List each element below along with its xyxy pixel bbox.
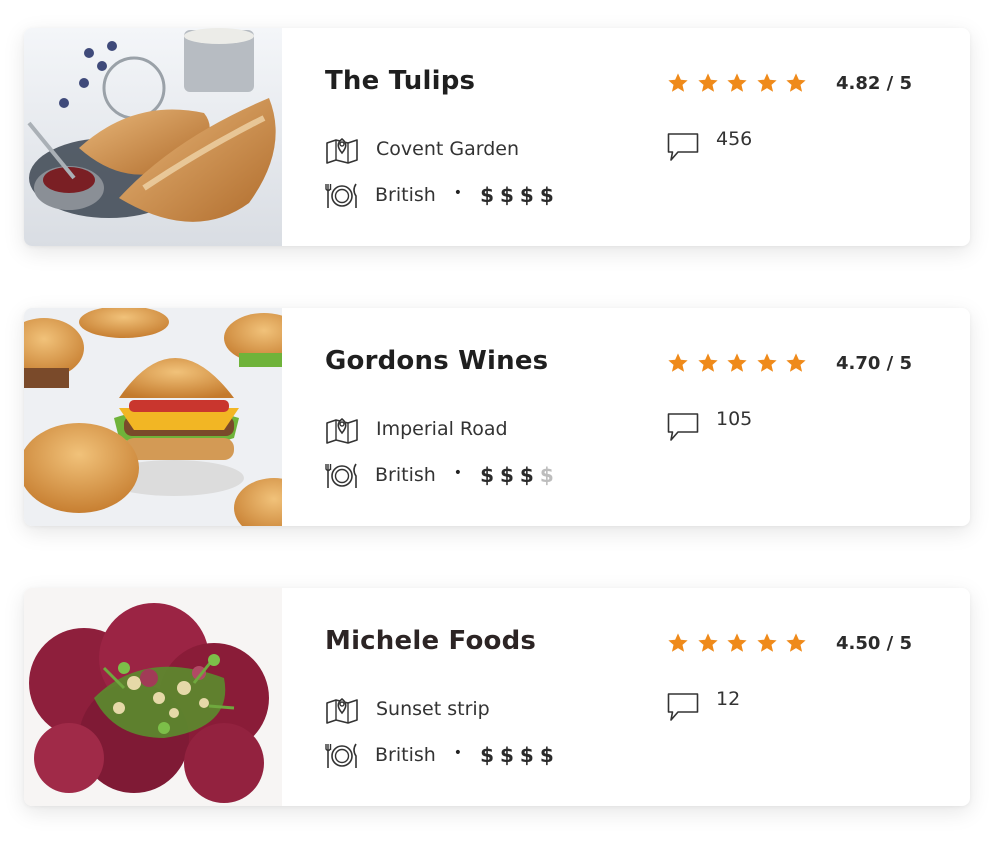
cuisine-text: British [375,184,436,206]
cuisine-text: British [375,464,436,486]
star-rating [667,632,815,654]
restaurant-name[interactable]: Gordons Wines [325,346,548,376]
star-icon [668,633,688,652]
map-pin-icon [326,697,358,724]
burgers-photo[interactable] [24,308,282,526]
rating-value: 4.82 / 5 [836,73,913,94]
price-symbol: $ [499,743,516,767]
star-icon [786,633,806,652]
restaurant-card[interactable]: Gordons Wines Imperial Road British • $ … [24,308,970,526]
map-pin-icon [326,417,358,444]
price-symbol: $ [499,183,516,207]
speech-bubble-icon [667,413,699,441]
cuisine-row: British • $ $ $ $ [325,460,560,490]
map-pin-icon [326,137,358,164]
plate-cutlery-icon [325,463,357,488]
price-symbol: $ [480,743,496,767]
star-icon [727,353,747,372]
cuisine-row: British • $ $ $ $ [325,740,560,770]
cuisine-row: British • $ $ $ $ [325,180,560,210]
star-icon [756,73,777,92]
price-symbol: $ [519,463,536,487]
reviews-count[interactable]: 456 [667,128,752,162]
star-icon [786,353,806,372]
reviews-text: 12 [716,688,741,710]
star-rating [667,72,815,94]
star-icon [756,633,777,652]
star-icon [727,633,747,652]
price-symbol: $ [499,463,516,487]
price-symbol: $ [480,463,496,487]
speech-bubble-icon [667,693,699,721]
restaurant-name[interactable]: The Tulips [325,66,475,96]
reviews-text: 456 [716,128,753,150]
price-symbol: $ [519,183,536,207]
price-symbol-inactive: $ [539,463,556,487]
location-row: Imperial Road [325,414,508,444]
star-icon [727,73,747,92]
star-icon [668,73,688,92]
price-symbol: $ [480,183,496,207]
star-rating [667,352,815,374]
beet-carpaccio-photo[interactable] [24,588,282,806]
location-row: Sunset strip [325,694,490,724]
cuisine-text: British [375,744,436,766]
restaurant-name[interactable]: Michele Foods [325,626,536,656]
star-icon [668,353,688,372]
price-level: $ $ $ $ [480,463,560,487]
restaurant-card[interactable]: Michele Foods Sunset strip British • $ $… [24,588,970,806]
reviews-count[interactable]: 12 [667,688,740,722]
rating-value: 4.50 / 5 [836,633,913,654]
price-symbol: $ [519,743,536,767]
price-symbol: $ [539,743,556,767]
separator-dot: • [453,465,463,481]
star-icon [756,353,777,372]
price-symbol: $ [539,183,556,207]
location-text: Imperial Road [376,418,508,440]
reviews-text: 105 [716,408,753,430]
star-icon [697,633,718,652]
croissants-photo[interactable] [24,28,282,246]
star-icon [697,73,718,92]
rating-value: 4.70 / 5 [836,353,913,374]
separator-dot: • [453,745,463,761]
star-icon [786,73,806,92]
plate-cutlery-icon [325,183,357,208]
location-row: Covent Garden [325,134,519,164]
price-level: $ $ $ $ [480,183,560,207]
location-text: Covent Garden [376,138,519,160]
restaurant-card[interactable]: The Tulips Covent Garden British • $ $ $… [24,28,970,246]
speech-bubble-icon [667,133,699,161]
reviews-count[interactable]: 105 [667,408,752,442]
location-text: Sunset strip [376,698,490,720]
plate-cutlery-icon [325,743,357,768]
price-level: $ $ $ $ [480,743,560,767]
separator-dot: • [453,185,463,201]
star-icon [697,353,718,372]
